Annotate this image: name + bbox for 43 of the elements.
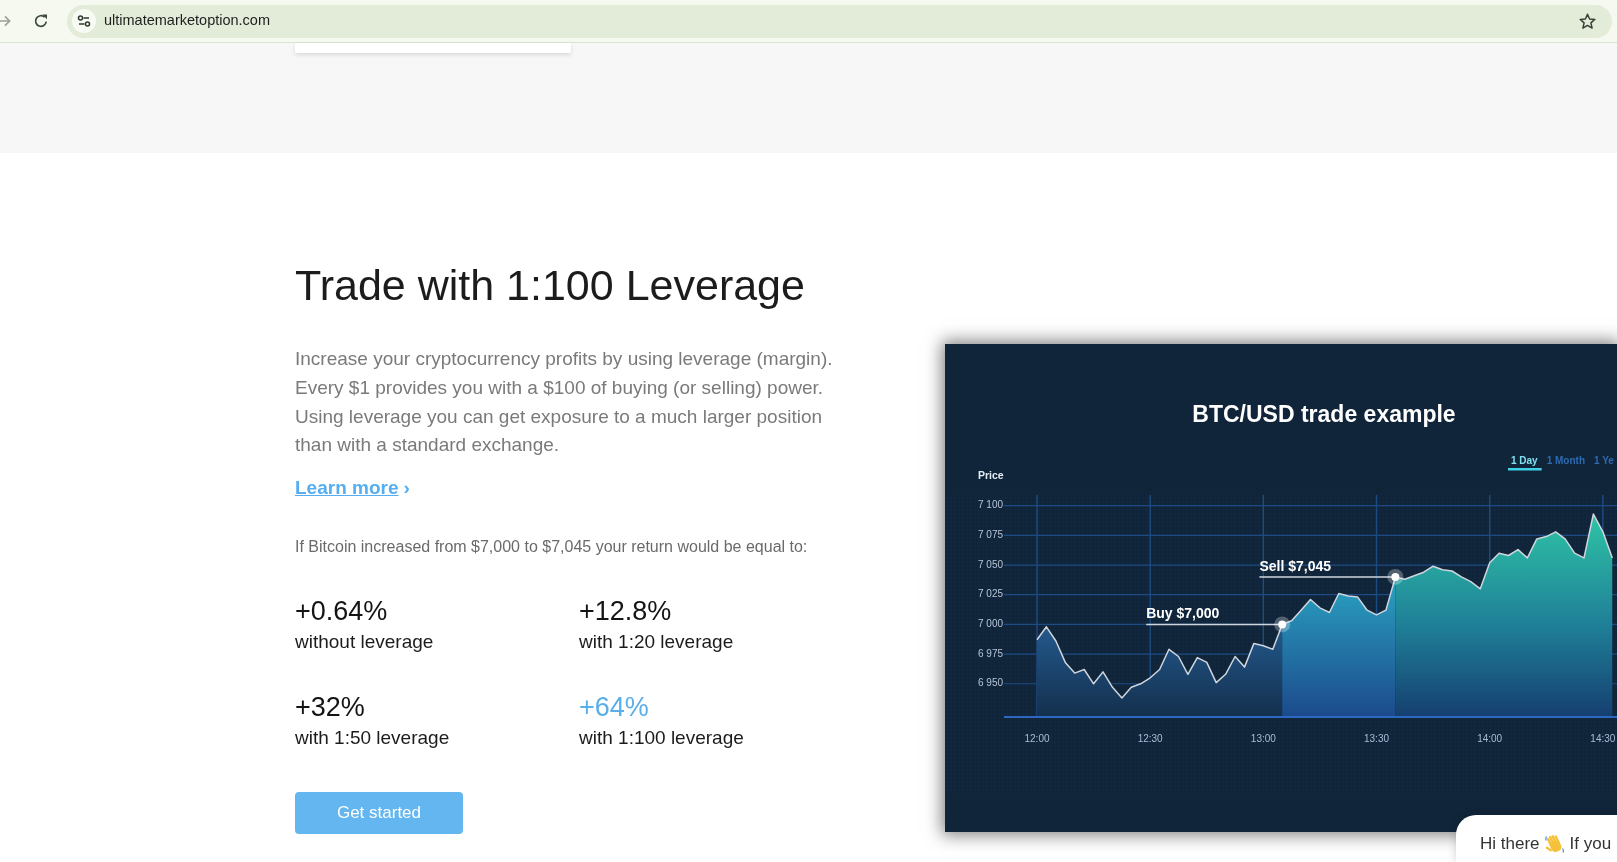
axis-tick-label: 7 075 bbox=[978, 529, 1004, 540]
chat-greeting: Hi there bbox=[1480, 833, 1540, 856]
time-range-link[interactable]: 1 Ye bbox=[1594, 455, 1614, 466]
axis-tick-label: 12:00 bbox=[1024, 732, 1050, 744]
annotation-label: Buy $7,000 bbox=[1146, 605, 1220, 622]
chat-message: If you bbox=[1569, 833, 1612, 856]
waving-hand-icon bbox=[1544, 833, 1565, 855]
axis-tick-label: 14:30 bbox=[1590, 732, 1616, 744]
chat-bubble[interactable]: Hi there If you bbox=[1456, 815, 1617, 862]
axis-tick-label: 7 000 bbox=[978, 618, 1004, 630]
point-marker-icon bbox=[1387, 568, 1404, 585]
stat-value: +12.8% bbox=[579, 595, 673, 628]
stat-value: +32% bbox=[295, 691, 366, 724]
axis-tick-label: 14:00 bbox=[1477, 732, 1503, 744]
stat-value: +64% bbox=[579, 691, 650, 724]
axis-tick-label: 12:30 bbox=[1137, 732, 1163, 744]
point-marker-icon bbox=[1274, 616, 1291, 633]
axis-tick-label: 13:30 bbox=[1364, 732, 1390, 744]
example-text: If Bitcoin increased from $7,000 to $7,045 your return would be equal to: bbox=[295, 537, 809, 558]
stat-label: with 1:100 leverage bbox=[579, 726, 745, 751]
time-range-link[interactable]: 1 Month bbox=[1546, 455, 1585, 466]
time-range-link[interactable]: 1 Day bbox=[1508, 455, 1542, 471]
get-started-button[interactable]: Get started bbox=[295, 792, 463, 835]
stat-value: +0.64% bbox=[295, 595, 389, 628]
axis-tick-label: 13:00 bbox=[1250, 732, 1276, 744]
axis-title: Price bbox=[978, 468, 1004, 481]
bookmark-star-icon[interactable] bbox=[1579, 12, 1596, 30]
address-field[interactable]: ultimatemarketoption.com bbox=[67, 4, 1612, 38]
axis-tick-label: 6 950 bbox=[978, 677, 1004, 689]
site-settings-icon[interactable] bbox=[72, 9, 96, 33]
annotation-label: Sell $7,045 bbox=[1259, 557, 1331, 574]
axis-tick-label: 6 975 bbox=[978, 647, 1004, 659]
learn-more-link[interactable]: Learn more › bbox=[295, 474, 410, 503]
section-heading: Trade with 1:100 Leverage bbox=[295, 260, 806, 311]
reload-icon[interactable] bbox=[34, 14, 48, 28]
stat-label: with 1:20 leverage bbox=[579, 630, 735, 655]
chart-title: BTC/USD trade example bbox=[1192, 401, 1456, 428]
description-text: Increase your cryptocurrency profits by using leverage (margin). Every $1 provides you with a $100 of buying (or selling) power. Using leverage you can get exposure to a much larger position than with a standard exchange. bbox=[295, 347, 834, 458]
axis-tick-label: 7 025 bbox=[978, 588, 1004, 600]
stat-label: without leverage bbox=[295, 630, 435, 655]
axis-tick-label: 7 100 bbox=[978, 499, 1004, 511]
stat-label: with 1:50 leverage bbox=[295, 726, 451, 751]
axis-tick-label: 7 050 bbox=[978, 558, 1004, 570]
